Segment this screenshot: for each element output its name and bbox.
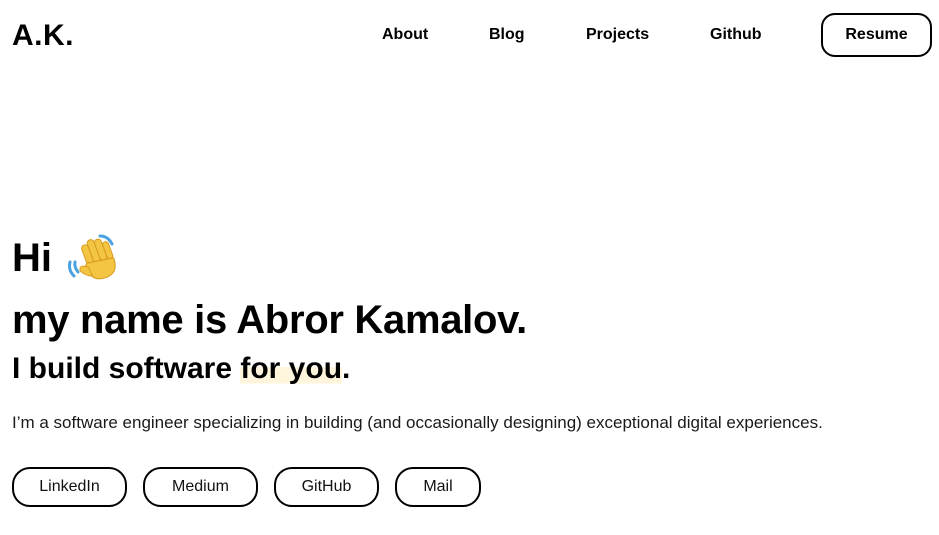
linkedin-button[interactable]: LinkedIn [12, 467, 127, 507]
nav-link-github[interactable]: Github [710, 25, 762, 45]
tagline-suffix: . [342, 352, 351, 385]
medium-button[interactable]: Medium [143, 467, 258, 507]
greeting-text: Hi [12, 236, 52, 280]
main-nav: About Blog Projects Github Resume [0, 13, 939, 57]
nav-link-about[interactable]: About [382, 25, 428, 45]
greeting-heading: Hi [12, 232, 118, 284]
tagline-highlight: for you [240, 352, 343, 385]
waving-hand-icon [66, 232, 118, 284]
mail-button[interactable]: Mail [395, 467, 481, 507]
tagline-prefix: I build software [12, 352, 241, 385]
github-button[interactable]: GitHub [274, 467, 379, 507]
intro-description: I’m a software engineer specializing in … [12, 413, 823, 432]
social-links: LinkedIn Medium GitHub Mail [12, 467, 497, 507]
tagline-heading: I build software for you. [12, 350, 350, 388]
nav-link-blog[interactable]: Blog [489, 25, 525, 45]
resume-button[interactable]: Resume [821, 13, 932, 57]
name-heading: my name is Abror Kamalov. [12, 298, 527, 342]
nav-link-projects[interactable]: Projects [586, 25, 649, 45]
